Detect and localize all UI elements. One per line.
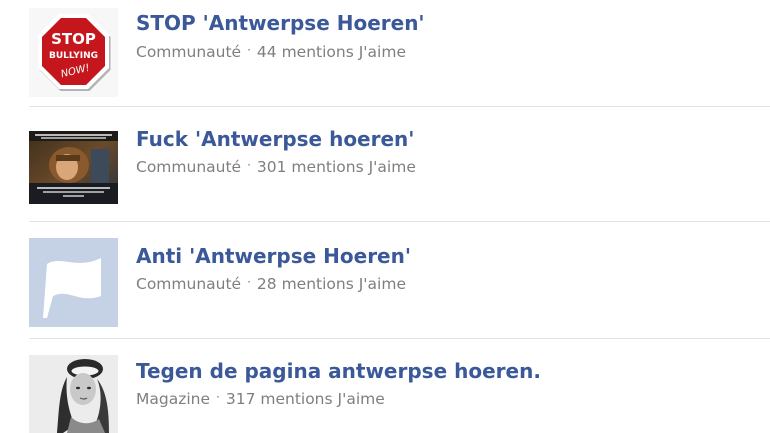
- meme-photo-thumbnail: [29, 131, 118, 204]
- stop-bullying-sign-icon: STOP BULLYING NOW!: [29, 8, 118, 97]
- list-item: STOP BULLYING NOW! STOP 'Antwerpse Hoere…: [0, 0, 770, 106]
- result-category: Communauté: [136, 43, 242, 61]
- sign-text-stop: STOP: [51, 30, 96, 48]
- list-item: Tegen de pagina antwerpse hoeren. Magazi…: [0, 339, 770, 433]
- result-thumbnail[interactable]: [29, 131, 118, 204]
- portrait-photo-thumbnail: [29, 355, 118, 433]
- result-meta: Magazine · 317 mentions J'aime: [136, 390, 385, 408]
- result-title-link[interactable]: Fuck 'Antwerpse hoeren': [136, 127, 414, 151]
- result-title-link[interactable]: Tegen de pagina antwerpse hoeren.: [136, 359, 541, 383]
- result-category: Magazine: [136, 390, 211, 408]
- result-title-link[interactable]: Anti 'Antwerpse Hoeren': [136, 244, 411, 268]
- result-thumbnail[interactable]: [29, 238, 118, 327]
- meta-separator: ·: [247, 158, 251, 172]
- search-results-list: STOP BULLYING NOW! STOP 'Antwerpse Hoere…: [0, 0, 770, 433]
- sign-text-bullying: BULLYING: [49, 51, 98, 61]
- result-thumbnail[interactable]: STOP BULLYING NOW!: [29, 8, 118, 97]
- flag-placeholder-icon: [29, 238, 118, 327]
- list-item: Fuck 'Antwerpse hoeren' Communauté · 301 m…: [0, 107, 770, 221]
- result-category: Communauté: [136, 275, 242, 293]
- result-meta: Communauté · 301 mentions J'aime: [136, 158, 416, 176]
- result-likes: 317 mentions J'aime: [225, 390, 385, 408]
- result-thumbnail[interactable]: [29, 355, 118, 433]
- result-title-link[interactable]: STOP 'Antwerpse Hoeren': [136, 11, 425, 35]
- result-meta: Communauté · 44 mentions J'aime: [136, 43, 406, 61]
- result-likes: 28 mentions J'aime: [256, 275, 406, 293]
- list-item: Anti 'Antwerpse Hoeren' Communauté · 28 me…: [0, 222, 770, 338]
- result-category: Communauté: [136, 158, 242, 176]
- result-likes: 44 mentions J'aime: [256, 43, 406, 61]
- meta-separator: ·: [216, 390, 220, 404]
- result-meta: Communauté · 28 mentions J'aime: [136, 275, 406, 293]
- meta-separator: ·: [247, 43, 251, 57]
- meta-separator: ·: [247, 275, 251, 289]
- result-likes: 301 mentions J'aime: [256, 158, 416, 176]
